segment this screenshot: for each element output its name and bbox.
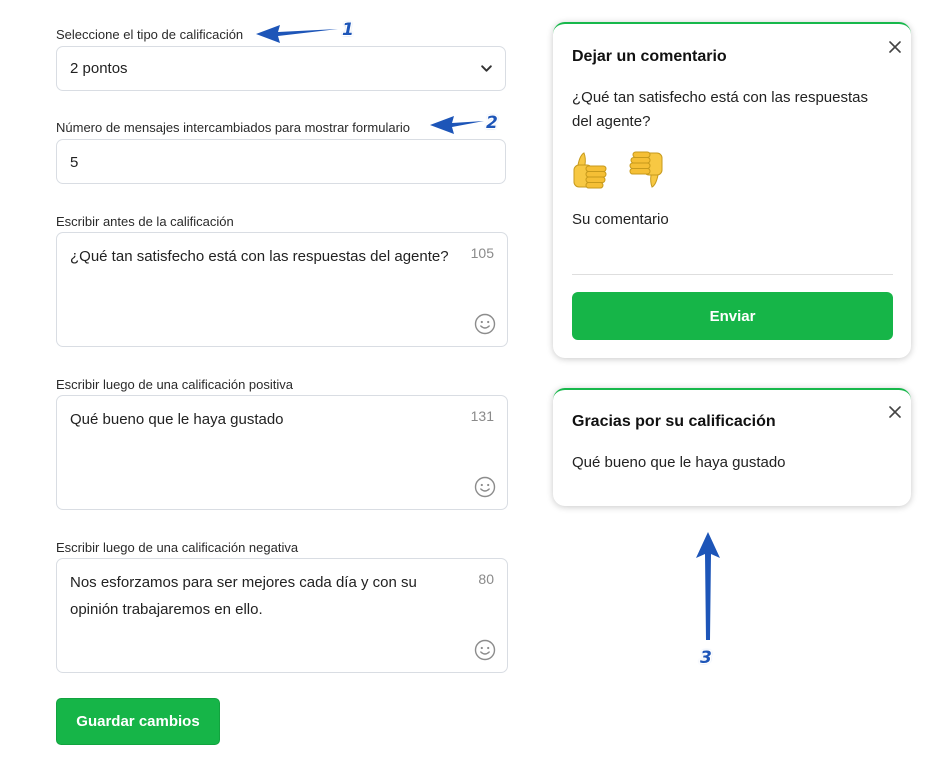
- rating-type-value: 2 pontos: [70, 60, 128, 77]
- messages-count-value: 5: [70, 154, 79, 171]
- rating-type-label: Seleccione el tipo de calificación: [56, 27, 244, 42]
- negative-rating-label: Escribir luego de una calificación negat…: [56, 540, 299, 555]
- annotation-arrow-3: [696, 532, 720, 640]
- comment-card-question: ¿Qué tan satisfecho está con las respues…: [572, 89, 868, 130]
- comment-input[interactable]: Su comentario: [572, 208, 669, 232]
- positive-rating-textarea[interactable]: Qué bueno que le haya gustado 131: [56, 395, 508, 510]
- comment-card-title: Dejar un comentario: [572, 48, 727, 65]
- thanks-card-title: Gracias por su calificación: [572, 413, 776, 430]
- chevron-down-icon: [481, 65, 492, 72]
- negative-rating-char-count: 80: [478, 571, 494, 587]
- emoji-icon[interactable]: [474, 639, 496, 661]
- send-button[interactable]: Enviar: [572, 292, 893, 340]
- emoji-icon[interactable]: [474, 476, 496, 498]
- rating-type-select[interactable]: 2 pontos: [56, 46, 506, 91]
- thanks-card-message: Qué bueno que le haya gustado: [572, 454, 786, 471]
- annotation-number-2: 2: [486, 113, 498, 133]
- annotation-number-3: 3: [700, 648, 712, 668]
- negative-rating-text: Nos esforzamos para ser mejores cada día…: [70, 574, 417, 618]
- before-rating-label: Escribir antes de la calificación: [56, 214, 234, 229]
- annotation-arrow-2: [430, 116, 484, 134]
- emoji-icon[interactable]: [474, 313, 496, 335]
- annotation-number-1: 1: [342, 20, 354, 40]
- before-rating-textarea[interactable]: ¿Qué tan satisfecho está con las respues…: [56, 232, 508, 347]
- thumbs-up-icon[interactable]: [571, 150, 611, 192]
- close-icon[interactable]: [889, 41, 901, 53]
- negative-rating-textarea[interactable]: Nos esforzamos para ser mejores cada día…: [56, 558, 508, 673]
- save-changes-button[interactable]: Guardar cambios: [56, 698, 220, 745]
- close-icon[interactable]: [889, 406, 901, 418]
- thumbs-down-icon[interactable]: [625, 148, 665, 190]
- before-rating-text: ¿Qué tan satisfecho está con las respues…: [70, 248, 449, 265]
- before-rating-char-count: 105: [470, 245, 494, 261]
- messages-count-input[interactable]: 5: [56, 139, 506, 184]
- positive-rating-label: Escribir luego de una calificación posit…: [56, 377, 294, 392]
- positive-rating-text: Qué bueno que le haya gustado: [70, 411, 284, 428]
- comment-card: Dejar un comentario ¿Qué tan satisfecho …: [553, 22, 911, 358]
- thanks-card: Gracias por su calificación Qué bueno qu…: [553, 388, 911, 506]
- messages-count-label: Número de mensajes intercambiados para m…: [56, 120, 411, 135]
- positive-rating-char-count: 131: [470, 408, 494, 424]
- comment-divider: [572, 274, 893, 275]
- annotation-arrow-1: [256, 25, 338, 43]
